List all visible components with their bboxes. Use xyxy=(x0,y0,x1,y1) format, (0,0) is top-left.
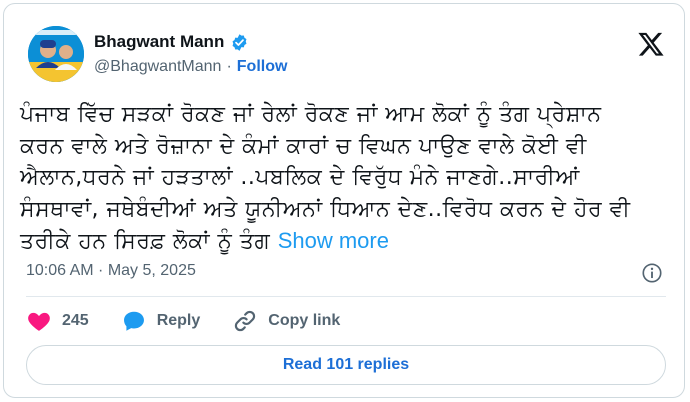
copy-link-label: Copy link xyxy=(268,312,341,329)
read-replies-button[interactable]: Read 101 replies xyxy=(26,345,666,385)
author-handle[interactable]: @BhagwantMann xyxy=(94,58,221,76)
post-text-last-line: ਤਰੀਕੇ ਹਨ ਸਿਰਫ਼ ਲੋਕਾਂ ਨੂੰ ਤੰਗ Show more xyxy=(20,225,675,258)
verified-badge-icon xyxy=(232,33,247,51)
post-text-line: ਪੰਜਾਬ ਵਿੱਚ ਸੜਕਾਂ ਰੋਕਣ ਜਾਂ ਰੇਲਾਂ ਰੋਕਣ ਜਾਂ… xyxy=(20,102,602,127)
reply-button[interactable]: Reply xyxy=(121,308,201,334)
author-name[interactable]: Bhagwant Mann xyxy=(94,32,224,52)
author-name-row: Bhagwant Mann xyxy=(94,32,249,52)
post-text: ਪੰਜਾਬ ਵਿੱਚ ਸੜਕਾਂ ਰੋਕਣ ਜਾਂ ਰੇਲਾਂ ਰੋਕਣ ਜਾਂ… xyxy=(20,99,675,258)
post-timestamp[interactable]: 10:06 AM · May 5, 2025 xyxy=(26,262,196,280)
author-handle-row: @BhagwantMann · Follow xyxy=(94,58,287,76)
reply-bubble-icon xyxy=(123,311,144,331)
x-logo-icon[interactable] xyxy=(637,30,665,58)
person-avatar-icon xyxy=(28,26,84,82)
like-button[interactable]: 245 xyxy=(26,308,89,334)
reply-label: Reply xyxy=(156,312,201,329)
link-icon xyxy=(235,310,256,332)
post-text-line: ਸੰਸਥਾਵਾਂ, ਜਥੇਬੰਦੀਆਂ ਅਤੇ ਯੂਨੀਅਨਾਂ ਧਿਆਨ ਦੇ… xyxy=(20,196,631,222)
author-avatar[interactable] xyxy=(28,26,84,82)
tweet-card: Bhagwant Mann @BhagwantMann · Follow ਪੰਜ… xyxy=(3,3,685,398)
show-more-link[interactable]: Show more xyxy=(278,228,389,253)
post-text-line: ਐਲਾਨ,ਧਰਨੇ ਜਾਂ ਹੜਤਾਲਾਂ ..ਪਬਲਿਕ ਦੇ ਵਿਰੁੱਧ … xyxy=(20,165,580,190)
heart-icon xyxy=(28,312,50,331)
post-text-line: ਕਰਨ ਵਾਲੇ ਅਤੇ ਰੋਜ਼ਾਨਾ ਦੇ ਕੰਮਾਂ ਕਾਰਾਂ ਚ ਵਿ… xyxy=(20,133,587,159)
copy-link-button[interactable]: Copy link xyxy=(232,308,340,334)
like-count: 245 xyxy=(62,312,89,329)
info-icon[interactable] xyxy=(641,262,663,284)
divider xyxy=(26,296,666,297)
post-text-line: ਤਰੀਕੇ ਹਨ ਸਿਰਫ਼ ਲੋਕਾਂ ਨੂੰ ਤੰਗ xyxy=(20,229,271,254)
follow-button[interactable]: Follow xyxy=(237,58,288,76)
action-bar: 245 Reply Copy link xyxy=(26,308,372,334)
handle-separator: · xyxy=(226,58,232,75)
